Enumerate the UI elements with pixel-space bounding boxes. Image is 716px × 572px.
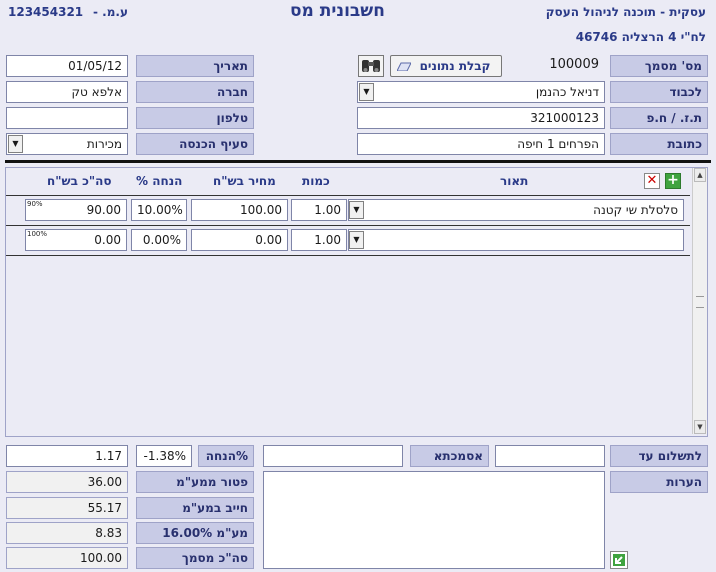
- chevron-down-icon: ▼: [363, 87, 370, 96]
- receive-data-icon: [397, 62, 411, 71]
- exit-icon: [613, 554, 625, 566]
- exit-button[interactable]: [610, 551, 628, 569]
- chevron-down-icon: ▼: [353, 235, 360, 244]
- row-price[interactable]: 100.00: [191, 199, 288, 221]
- row-price[interactable]: 0.00: [191, 229, 288, 251]
- receive-data-label: קבלת נתונים: [419, 59, 491, 73]
- pay-until-label: לתשלום עד: [610, 445, 708, 467]
- vat-value: 8.83: [6, 522, 128, 544]
- row-percent: 100%: [27, 230, 48, 238]
- col-header-price: מחיר בש"ח: [213, 174, 276, 188]
- notes-field[interactable]: [263, 471, 605, 569]
- row-discount[interactable]: 0.00%: [131, 229, 187, 251]
- discount-percent-field[interactable]: -1.38%: [136, 445, 192, 467]
- pay-until-field[interactable]: [495, 445, 605, 467]
- income-select[interactable]: מכירות: [6, 133, 128, 155]
- vat-exempt-label: פטור ממע"מ: [136, 471, 254, 493]
- vat-label: מע"מ 16.00%: [136, 522, 254, 544]
- notes-label: הערות: [610, 471, 708, 493]
- receive-data-button[interactable]: קבלת נתונים: [390, 55, 502, 77]
- header-id-type: ע.מ. -: [93, 5, 128, 19]
- search-button[interactable]: [358, 55, 384, 77]
- reference-label: אסמכתא: [410, 445, 489, 467]
- company-label: חברה: [136, 81, 254, 103]
- grid-scrollbar[interactable]: ▲ ▼: [692, 168, 707, 434]
- scroll-down-icon[interactable]: ▼: [694, 420, 706, 434]
- section-divider: [5, 160, 711, 163]
- page-title: חשבונית מס: [290, 1, 385, 21]
- chevron-down-icon: ▼: [353, 205, 360, 214]
- discount-label: %הנחה: [198, 445, 254, 467]
- chevron-down-icon: ▼: [12, 139, 19, 148]
- discount-amount-field[interactable]: 1.17: [6, 445, 128, 467]
- row-percent: 90%: [27, 200, 43, 208]
- date-label: תאריך: [136, 55, 254, 77]
- doc-number-label: מס' מסמך: [610, 55, 708, 77]
- recipient-value: דניאל כהנמן: [535, 85, 599, 99]
- address-label: כתובת: [610, 133, 708, 155]
- company-field[interactable]: אלפא טק: [6, 81, 128, 103]
- row-discount[interactable]: 10.00%: [131, 199, 187, 221]
- date-field[interactable]: 01/05/12: [6, 55, 128, 77]
- row-quantity[interactable]: 1.00: [291, 199, 347, 221]
- id-label: ת.ז. / ח.פ: [610, 107, 708, 129]
- recipient-select[interactable]: דניאל כהנמן: [357, 81, 605, 103]
- address-field[interactable]: הפרחים 1 חיפה: [357, 133, 605, 155]
- total-label: סה"כ מסמך: [136, 547, 254, 569]
- col-header-description: תאור: [500, 174, 529, 188]
- header-id-number: 123454321: [8, 5, 84, 19]
- vat-liable-value: 55.17: [6, 497, 128, 519]
- scroll-up-icon[interactable]: ▲: [694, 168, 706, 182]
- vat-exempt-value: 36.00: [6, 471, 128, 493]
- row-description[interactable]: סלסלת שי קטנה: [348, 199, 684, 221]
- company-address: לח"י 4 הרצליה 46746: [575, 30, 706, 44]
- row-description-dropdown[interactable]: ▼: [349, 201, 364, 219]
- id-field[interactable]: 321000123: [357, 107, 605, 129]
- row-description[interactable]: [348, 229, 684, 251]
- row-quantity[interactable]: 1.00: [291, 229, 347, 251]
- binoculars-icon: [362, 60, 380, 72]
- recipient-label: לכבוד: [610, 81, 708, 103]
- phone-field[interactable]: [6, 107, 128, 129]
- row-separator: [6, 225, 690, 226]
- vat-liable-label: חייב במע"מ: [136, 497, 254, 519]
- col-header-total: סה"כ בש"ח: [47, 174, 112, 188]
- row-separator: [6, 255, 690, 256]
- doc-number-value: 100009: [549, 57, 599, 72]
- grid-header-line: [6, 195, 690, 196]
- income-dropdown-button[interactable]: ▼: [8, 135, 23, 153]
- recipient-dropdown-button[interactable]: ▼: [359, 83, 374, 101]
- add-row-icon[interactable]: +: [665, 173, 681, 189]
- company-line: עסקית - תוכנה לניהול העסק: [545, 5, 706, 19]
- total-value: 100.00: [6, 547, 128, 569]
- col-header-discount: % הנחה: [136, 174, 183, 188]
- phone-label: טלפון: [136, 107, 254, 129]
- col-header-quantity: כמות: [302, 174, 330, 188]
- income-label: סעיף הכנסה: [136, 133, 254, 155]
- row-description-dropdown[interactable]: ▼: [349, 231, 364, 249]
- reference-field[interactable]: [263, 445, 403, 467]
- income-value: מכירות: [86, 137, 122, 151]
- delete-row-icon[interactable]: ✕: [644, 173, 660, 189]
- scroll-grip-icon[interactable]: [696, 296, 704, 308]
